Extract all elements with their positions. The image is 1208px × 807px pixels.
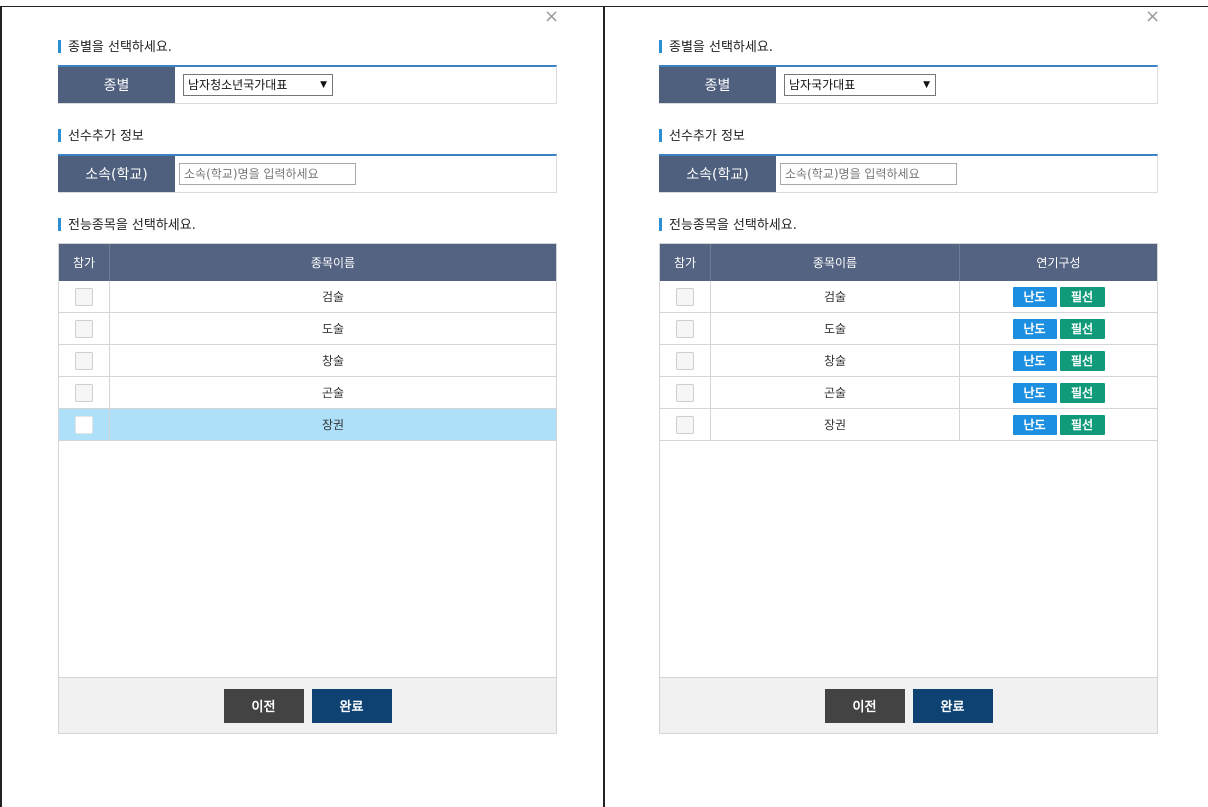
join-checkbox[interactable] <box>676 287 694 306</box>
section-marker <box>58 40 61 53</box>
table-footer: 이전 완료 <box>59 677 556 733</box>
section-marker <box>58 129 61 142</box>
affiliation-label: 소속(학교) <box>58 156 175 192</box>
join-checkbox[interactable] <box>75 319 93 338</box>
table-row[interactable]: 검술 난도 필선 <box>660 281 1157 313</box>
category-selected-value: 남자청소년국가대표 <box>188 78 288 92</box>
affiliation-row: 소속(학교) <box>58 154 557 193</box>
section-marker <box>659 129 662 142</box>
done-button[interactable]: 완료 <box>311 688 392 723</box>
event-name: 곤술 <box>321 386 345 400</box>
join-checkbox[interactable] <box>75 383 93 402</box>
table-row[interactable]: 곤술 <box>59 377 556 409</box>
event-name: 곤술 <box>823 386 847 400</box>
section-title-events: 전능종목을 선택하세요. <box>58 218 196 234</box>
left-panel: × 종별을 선택하세요. 종별 남자청소년국가대표 ▼ 선수추가 정보 소속(학… <box>58 0 559 807</box>
right-panel: × 종별을 선택하세요. 종별 남자국가대표 ▼ 선수추가 정보 소속(학교) … <box>659 0 1160 807</box>
section-title-events: 전능종목을 선택하세요. <box>659 218 797 234</box>
category-select[interactable]: 남자청소년국가대표 ▼ <box>183 74 333 96</box>
section-title-category: 종별을 선택하세요. <box>659 40 773 56</box>
section-title-category: 종별을 선택하세요. <box>58 40 172 56</box>
join-checkbox[interactable] <box>676 319 694 338</box>
join-checkbox[interactable] <box>75 415 93 434</box>
col-header-join: 참가 <box>59 244 110 281</box>
section-title-player-info: 선수추가 정보 <box>58 129 144 145</box>
table-row[interactable]: 도술 난도 필선 <box>660 313 1157 345</box>
done-button[interactable]: 완료 <box>912 688 993 723</box>
col-header-event-name: 종목이름 <box>310 256 356 270</box>
section-marker <box>659 40 662 53</box>
chevron-down-icon: ▼ <box>923 80 930 90</box>
difficulty-button[interactable]: 난도 <box>1012 382 1057 403</box>
affiliation-row: 소속(학교) <box>659 154 1158 193</box>
table-row[interactable]: 창술 난도 필선 <box>660 345 1157 377</box>
required-button[interactable]: 필선 <box>1059 382 1105 403</box>
table-row[interactable]: 곤술 난도 필선 <box>660 377 1157 409</box>
join-checkbox[interactable] <box>676 351 694 370</box>
category-row: 종별 남자청소년국가대표 ▼ <box>58 65 557 104</box>
close-icon[interactable]: × <box>1145 8 1160 26</box>
category-selected-value: 남자국가대표 <box>789 78 856 92</box>
difficulty-button[interactable]: 난도 <box>1012 286 1057 307</box>
table-row[interactable]: 장권 난도 필선 <box>660 409 1157 441</box>
event-table: 참가 종목이름 연기구성 검술 난도 필선 도술 난도 필선 창술 난도 필선 … <box>659 243 1158 734</box>
affiliation-label: 소속(학교) <box>659 156 776 192</box>
event-name: 검술 <box>321 290 345 304</box>
affiliation-input[interactable] <box>780 163 957 185</box>
close-icon[interactable]: × <box>544 8 559 26</box>
event-name: 검술 <box>823 290 847 304</box>
event-name: 창술 <box>823 354 847 368</box>
col-header-event-name: 종목이름 <box>812 256 858 270</box>
required-button[interactable]: 필선 <box>1059 350 1105 371</box>
event-name: 도술 <box>321 322 345 336</box>
chevron-down-icon: ▼ <box>320 80 327 90</box>
affiliation-input[interactable] <box>179 163 356 185</box>
event-name: 장권 <box>321 418 345 432</box>
col-header-join: 참가 <box>660 244 711 281</box>
table-row-selected[interactable]: 장권 <box>59 409 556 441</box>
event-name: 장권 <box>823 418 847 432</box>
category-label: 종별 <box>659 67 776 103</box>
difficulty-button[interactable]: 난도 <box>1012 318 1057 339</box>
prev-button[interactable]: 이전 <box>223 688 304 723</box>
table-row[interactable]: 도술 <box>59 313 556 345</box>
join-checkbox[interactable] <box>676 415 694 434</box>
difficulty-button[interactable]: 난도 <box>1012 350 1057 371</box>
table-row[interactable]: 창술 <box>59 345 556 377</box>
required-button[interactable]: 필선 <box>1059 318 1105 339</box>
difficulty-button[interactable]: 난도 <box>1012 414 1057 435</box>
table-footer: 이전 완료 <box>660 677 1157 733</box>
join-checkbox[interactable] <box>75 351 93 370</box>
frame-left-edge <box>0 6 2 807</box>
category-label: 종별 <box>58 67 175 103</box>
event-name: 창술 <box>321 354 345 368</box>
required-button[interactable]: 필선 <box>1059 286 1105 307</box>
section-marker <box>58 218 61 231</box>
table-header: 참가 종목이름 연기구성 <box>660 244 1157 281</box>
event-table: 참가 종목이름 검술 도술 창술 곤술 장권 이전 완료 <box>58 243 557 734</box>
event-name: 도술 <box>823 322 847 336</box>
table-header: 참가 종목이름 <box>59 244 556 281</box>
section-title-player-info: 선수추가 정보 <box>659 129 745 145</box>
col-header-composition: 연기구성 <box>959 244 1157 281</box>
table-row[interactable]: 검술 <box>59 281 556 313</box>
section-marker <box>659 218 662 231</box>
join-checkbox[interactable] <box>676 383 694 402</box>
category-row: 종별 남자국가대표 ▼ <box>659 65 1158 104</box>
prev-button[interactable]: 이전 <box>824 688 905 723</box>
frame-divider <box>603 6 605 807</box>
category-select[interactable]: 남자국가대표 ▼ <box>784 74 936 96</box>
required-button[interactable]: 필선 <box>1059 414 1105 435</box>
join-checkbox[interactable] <box>75 287 93 306</box>
